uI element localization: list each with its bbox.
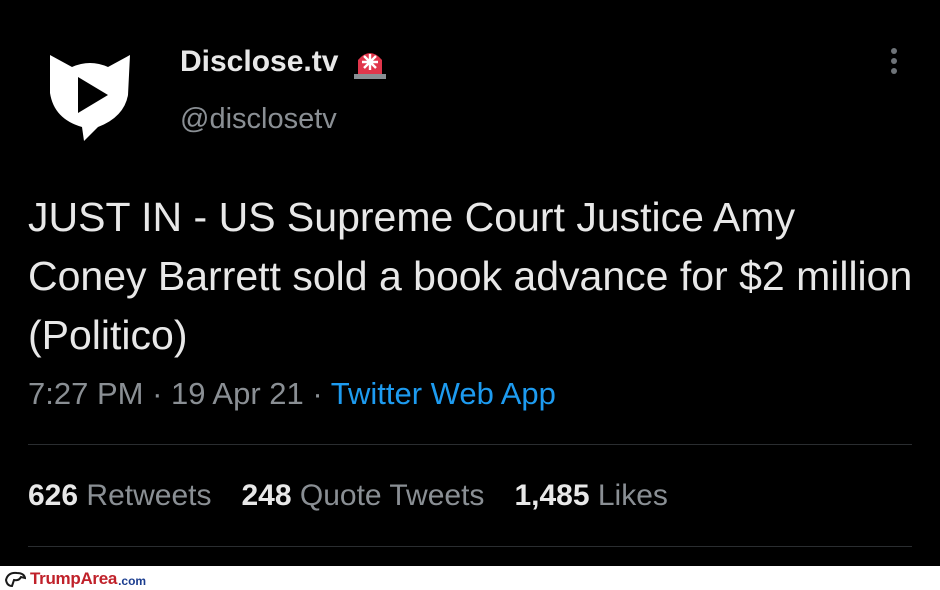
watermark-brand: TrumpArea <box>30 569 118 588</box>
tweet-source-link[interactable]: Twitter Web App <box>331 376 556 411</box>
likes-count: 1,485 <box>514 479 590 512</box>
quote-tweets-count: 248 <box>241 479 292 512</box>
separator: · <box>152 376 163 411</box>
tweet-card: Disclose.tv @disclosetv JUST IN - US Sup… <box>0 0 940 566</box>
watermark-logo: TrumpArea .com <box>4 569 146 589</box>
likes-stat[interactable]: 1,485 Likes <box>514 479 667 513</box>
author-name[interactable]: Disclose.tv <box>180 45 338 79</box>
quote-tweets-label: Quote Tweets <box>299 479 485 512</box>
tweet-text: JUST IN - US Supreme Court Justice Amy C… <box>28 194 913 358</box>
author-handle[interactable]: @disclosetv <box>180 103 337 136</box>
separator: · <box>312 376 323 411</box>
author-row: Disclose.tv <box>180 44 390 80</box>
divider <box>28 546 912 547</box>
retweets-label: Retweets <box>86 479 212 512</box>
tweet-date[interactable]: 19 Apr 21 <box>171 376 304 411</box>
more-options-icon[interactable] <box>883 48 905 80</box>
avatar[interactable] <box>42 45 138 141</box>
watermark-suffix: .com <box>118 573 147 588</box>
hair-icon <box>4 571 26 588</box>
tweet-meta: 7:27 PM · 19 Apr 21 · Twitter Web App <box>28 376 556 412</box>
retweets-stat[interactable]: 626 Retweets <box>28 479 211 513</box>
engagement-stats: 626 Retweets 248 Quote Tweets 1,485 Like… <box>28 479 668 513</box>
watermark-bar: TrumpArea .com <box>0 566 940 590</box>
retweets-count: 626 <box>28 479 79 512</box>
siren-icon <box>354 53 387 79</box>
quote-tweets-stat[interactable]: 248 Quote Tweets <box>241 479 484 513</box>
tweet-time[interactable]: 7:27 PM <box>28 376 143 411</box>
divider <box>28 444 912 445</box>
likes-label: Likes <box>597 479 668 512</box>
